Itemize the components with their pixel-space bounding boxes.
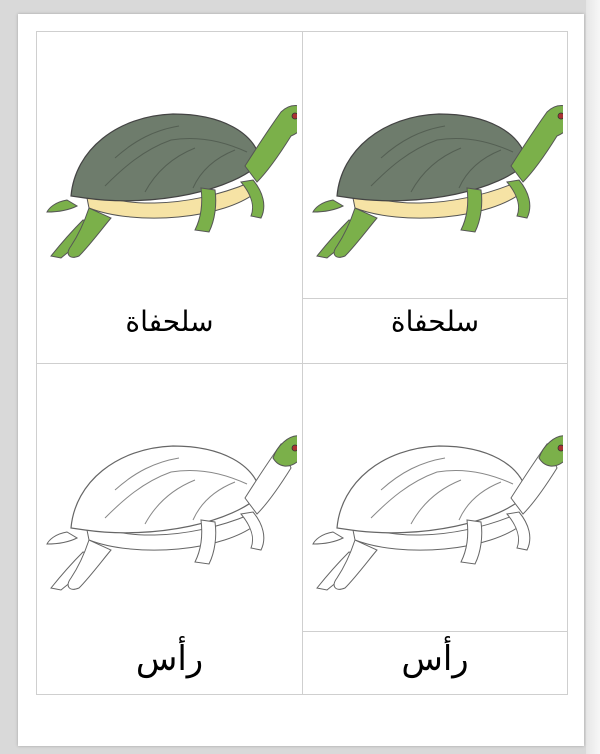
card-grid: سلحفاة سلحفاة رأس رأس [36, 31, 568, 695]
card-top-left: سلحفاة [37, 32, 302, 363]
turtle-outline-picture [46, 435, 297, 591]
card-bottom-right: رأس [303, 364, 567, 694]
card-word: رأس [135, 639, 204, 679]
turtle-picture [312, 105, 563, 259]
card-word: سلحفاة [390, 305, 480, 338]
card-top-right: سلحفاة [303, 32, 567, 363]
viewer-edge [586, 0, 600, 754]
turtle-outline-picture [312, 435, 563, 591]
printable-sheet: سلحفاة سلحفاة رأس رأس [18, 14, 584, 746]
card-word: رأس [401, 639, 469, 679]
turtle-picture [46, 105, 297, 259]
card-word: سلحفاة [125, 305, 214, 338]
card-bottom-left: رأس [37, 364, 302, 694]
